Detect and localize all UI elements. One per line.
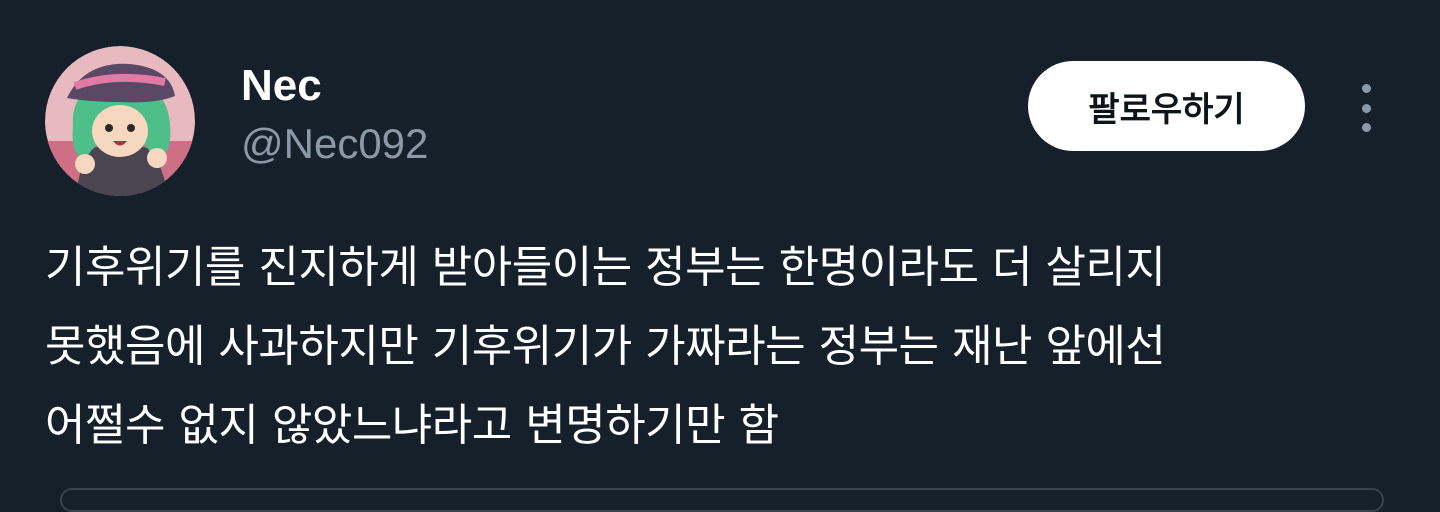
follow-button[interactable]: 팔로우하기 [1028,61,1305,151]
display-name[interactable]: Nec [241,58,428,114]
more-vertical-icon[interactable] [1346,80,1386,136]
more-dot [1361,123,1371,132]
avatar-illustration [45,46,195,196]
user-handle[interactable]: @Nec092 [241,116,428,172]
tweet: Nec @Nec092 팔로우하기 기후위기를 진지하게 받아들이는 정부는 한… [0,0,1440,512]
author-info: Nec @Nec092 [241,58,428,172]
more-dot [1361,84,1371,93]
tweet-text: 기후위기를 진지하게 받아들이는 정부는 한명이라도 더 살리지 못했음에 사과… [45,242,1166,451]
avatar[interactable] [45,46,195,196]
embedded-card-edge [60,488,1384,512]
more-dot [1361,103,1371,113]
